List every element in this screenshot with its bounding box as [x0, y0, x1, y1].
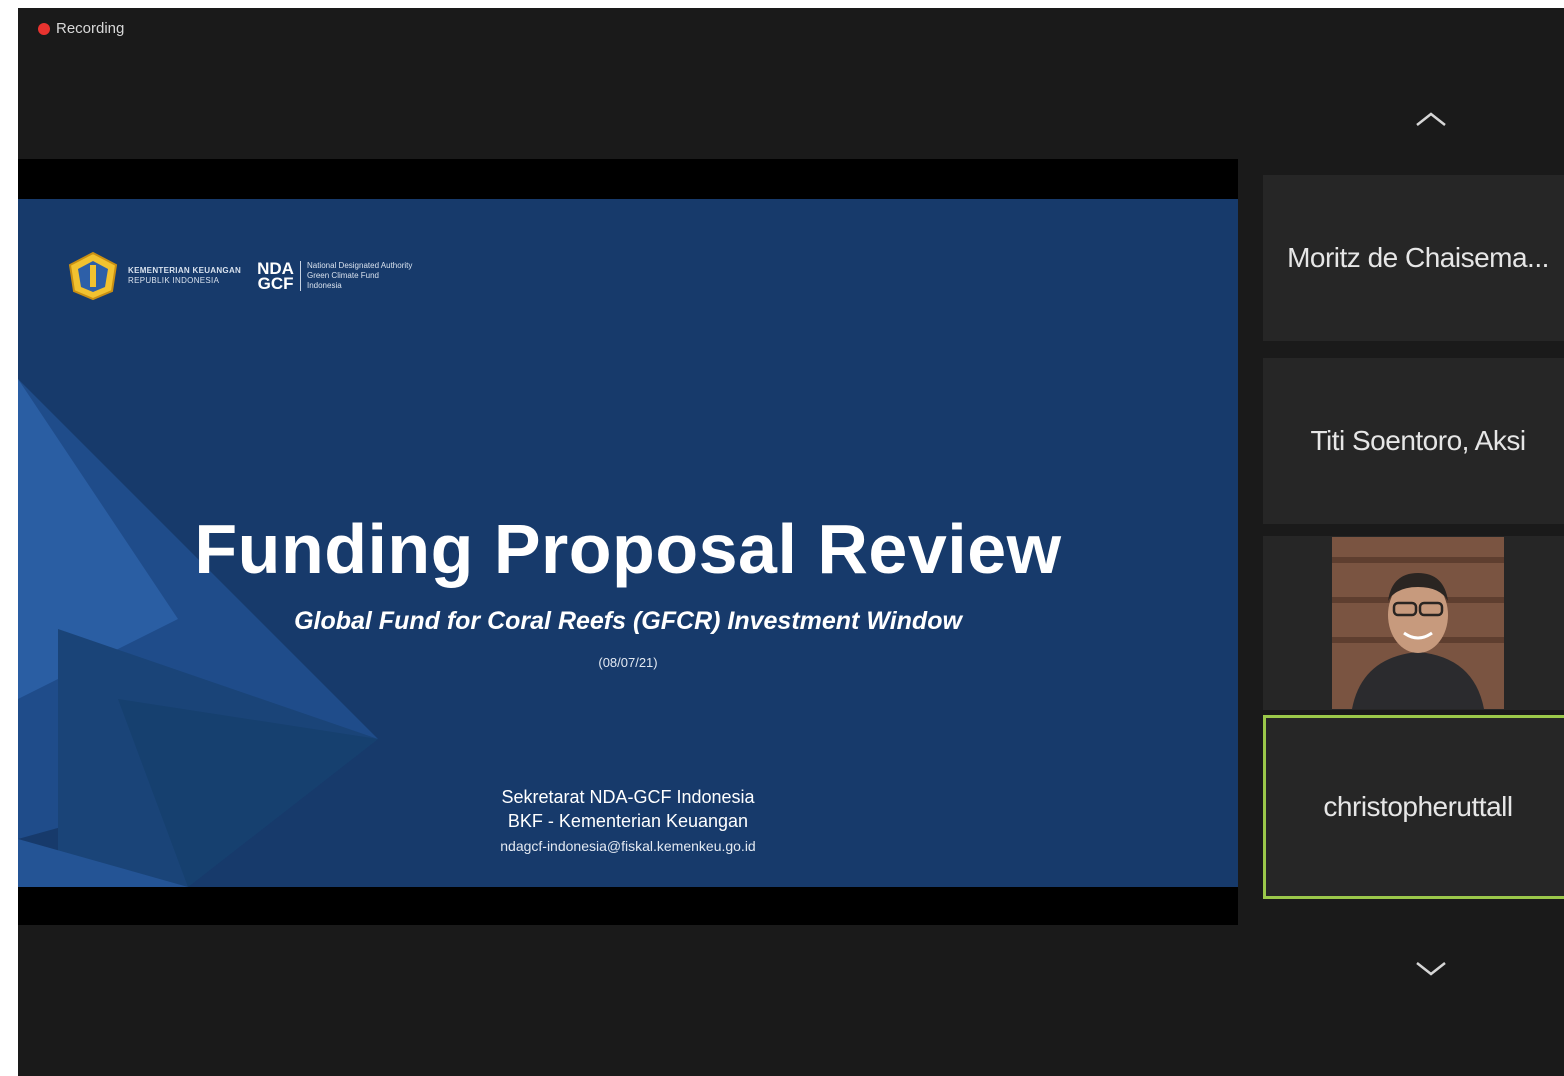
slide-logos: KEMENTERIAN KEUANGAN REPUBLIK INDONESIA … — [66, 251, 412, 301]
nda-gcf-mark: NDA GCF — [257, 260, 301, 293]
chevron-down-icon — [1416, 962, 1446, 976]
participant-name: Moritz de Chaisema... — [1287, 242, 1549, 273]
active-speaker-tile[interactable]: christopheruttall — [1263, 715, 1564, 899]
recording-label: Recording — [56, 20, 125, 37]
nda-gcf-logo: NDA GCF National Designated Authority Gr… — [257, 260, 412, 293]
nda-description: National Designated Authority Green Clim… — [307, 261, 412, 291]
ministry-line2: REPUBLIK INDONESIA — [128, 276, 220, 285]
nda-desc-line2: Green Climate Fund — [306, 271, 379, 280]
participant-video-tile[interactable] — [1263, 536, 1564, 710]
meeting-window: Recording KEMENTERIAN KEUANGAN REPUBLIK … — [18, 8, 1564, 1076]
nda-desc-line1: National Designated Authority — [306, 261, 413, 270]
slide-date: (08/07/21) — [598, 655, 658, 670]
slide-subtitle: Global Fund for Coral Reefs (GFCR) Inves… — [294, 607, 962, 635]
slide-title: Funding Proposal Review — [194, 510, 1062, 588]
shared-screen[interactable]: KEMENTERIAN KEUANGAN REPUBLIK INDONESIA … — [18, 159, 1238, 925]
footer-line2: BKF - Kementerian Keuangan — [507, 811, 749, 831]
participant-name: christopheruttall — [1323, 791, 1513, 822]
footer-line1: Sekretarat NDA-GCF Indonesia — [501, 787, 755, 807]
presentation-slide: KEMENTERIAN KEUANGAN REPUBLIK INDONESIA … — [18, 199, 1238, 887]
participant-tile[interactable]: Moritz de Chaisema... — [1263, 175, 1564, 341]
participant-gallery: Moritz de Chaisema... Titi Soentoro, Aks… — [1256, 8, 1564, 1076]
slide-footer: Sekretarat NDA-GCF Indonesia BKF - Kemen… — [18, 785, 1238, 859]
recording-dot-icon — [38, 22, 50, 35]
ministry-line1: KEMENTERIAN KEUANGAN — [128, 266, 242, 275]
footer-email: ndagcf-indonesia@fiskal.kemenkeu.go.id — [500, 838, 756, 854]
recording-indicator: Recording — [38, 20, 124, 37]
chevron-up-icon — [1416, 112, 1446, 126]
scroll-up-button[interactable] — [1411, 106, 1451, 132]
participant-name: Titi Soentoro, Aksi — [1310, 425, 1526, 456]
scroll-down-button[interactable] — [1411, 956, 1451, 982]
nda-mark-line2: GCF — [257, 274, 294, 293]
participant-tile[interactable]: Titi Soentoro, Aksi — [1263, 358, 1564, 524]
nda-desc-line3: Indonesia — [306, 281, 342, 290]
ministry-emblem-icon — [66, 251, 120, 301]
participant-video — [1332, 537, 1504, 709]
ministry-name: KEMENTERIAN KEUANGAN REPUBLIK INDONESIA — [128, 266, 241, 286]
